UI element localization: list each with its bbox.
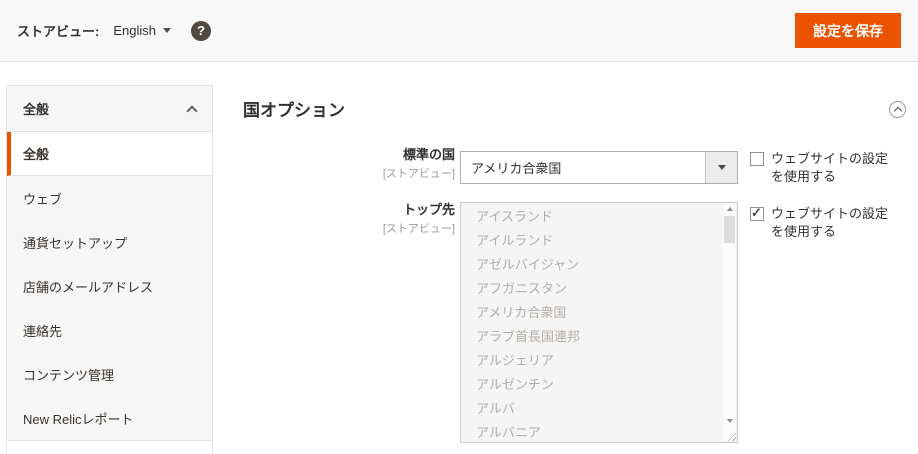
select-value: アメリカ合衆国 (471, 161, 562, 176)
top-destinations-field-label: トップ先 [ストアビュー] (243, 199, 455, 236)
store-view-switcher[interactable]: English (113, 23, 171, 38)
store-configuration-page: ストアビュー: English ? 設定を保存 全般 全般 ウェブ 通貨セットア… (0, 0, 918, 454)
chevron-up-icon (186, 104, 198, 117)
save-config-button[interactable]: 設定を保存 (795, 13, 901, 48)
checkbox-label[interactable]: ウェブサイトの設定を使用する (771, 150, 900, 186)
chevron-up-icon (893, 106, 903, 116)
field-label-text: 標準の国 (402, 147, 455, 162)
config-nav-section-label: 全般 (23, 102, 50, 117)
checkbox-label[interactable]: ウェブサイトの設定を使用する (771, 205, 900, 241)
use-website-checkbox-top-destinations[interactable] (750, 205, 764, 221)
section-collapse-button[interactable] (889, 101, 906, 118)
scrollbar-thumb (724, 216, 735, 243)
sidebar-item-label: ウェブ (23, 191, 63, 207)
select-dropdown-arrow-icon[interactable] (705, 152, 737, 183)
multiselect-option: アルジェリア (476, 353, 554, 368)
triangle-down-icon (717, 165, 726, 170)
default-country-field-label: 標準の国 [ストアビュー] (243, 144, 455, 181)
page-actions-bar: ストアビュー: English ? 設定を保存 (0, 0, 918, 62)
default-country-select[interactable]: アメリカ合衆国 (460, 151, 738, 184)
multiselect-option: アメリカ合衆国 (476, 305, 567, 320)
multiselect-option: アイルランド (476, 233, 554, 248)
multiselect-option: アルバニア (476, 425, 541, 440)
scrollbar-down-arrow-icon (723, 419, 736, 423)
section-title: 国オプション (243, 101, 345, 120)
sidebar-item[interactable]: コンテンツ管理 (7, 352, 212, 396)
next-section-strip (6, 442, 213, 454)
multiselect-option: アルゼンチン (476, 377, 554, 392)
caret-down-icon (162, 28, 171, 33)
top-destinations-multiselect: アイスランド アイルランドアゼルバイジャン アフガニスタン アメリカ合衆国 アラブ首長国… (460, 202, 738, 443)
sidebar-item-label: New Relicレポート (23, 411, 134, 427)
multiselect-scrollbar (723, 204, 736, 441)
sidebar-item-label: 通貨セットアップ (23, 235, 128, 251)
sidebar-item-label: コンテンツ管理 (23, 367, 115, 383)
sidebar-item[interactable]: New Relicレポート (7, 396, 212, 440)
use-website-checkbox-row-1: ウェブサイトの設定を使用する (750, 150, 900, 186)
multiselect-option: アゼルバイジャン (476, 257, 580, 272)
sidebar-item-label: 店舗のメールアドレス (23, 279, 154, 295)
sidebar-item[interactable]: 店舗のメールアドレス (7, 264, 212, 308)
multiselect-options: アイスランド アイルランドアゼルバイジャン アフガニスタン アメリカ合衆国 アラブ首長国… (461, 203, 737, 442)
use-website-checkbox-row-2: ウェブサイトの設定を使用する (750, 205, 900, 241)
store-view-value: English (113, 23, 156, 38)
config-nav-items: 全般 ウェブ 通貨セットアップ 店舗のメールアドレス 連絡先 コンテンツ管理 N… (7, 132, 212, 440)
field-label-text: トップ先 (402, 202, 455, 217)
use-website-checkbox-default-country[interactable] (750, 152, 764, 166)
multiselect-option: アルバ (476, 401, 515, 416)
store-view-label: ストアビュー: (17, 24, 100, 39)
field-scope-text: [ストアビュー] (382, 223, 455, 235)
config-nav-section-general[interactable]: 全般 (7, 86, 212, 132)
sidebar-item[interactable]: 全般 (7, 132, 212, 176)
sidebar-item-label: 連絡先 (23, 323, 63, 339)
help-icon[interactable]: ? (190, 20, 211, 41)
sidebar-item[interactable]: 連絡先 (7, 308, 212, 352)
sidebar-item-label: 全般 (23, 147, 50, 162)
config-nav-sidebar: 全般 全般 ウェブ 通貨セットアップ 店舗のメールアドレス 連絡先 コンテンツ管… (6, 85, 213, 441)
multiselect-option: アフガニスタン (476, 281, 568, 296)
sidebar-item[interactable]: 通貨セットアップ (7, 220, 212, 264)
field-scope-text: [ストアビュー] (382, 168, 455, 180)
scrollbar-up-arrow-icon (723, 207, 736, 211)
multiselect-option: アラブ首長国連邦 (476, 329, 581, 344)
sidebar-item[interactable]: ウェブ (7, 176, 212, 220)
multiselect-option: アイスランド (476, 209, 553, 224)
